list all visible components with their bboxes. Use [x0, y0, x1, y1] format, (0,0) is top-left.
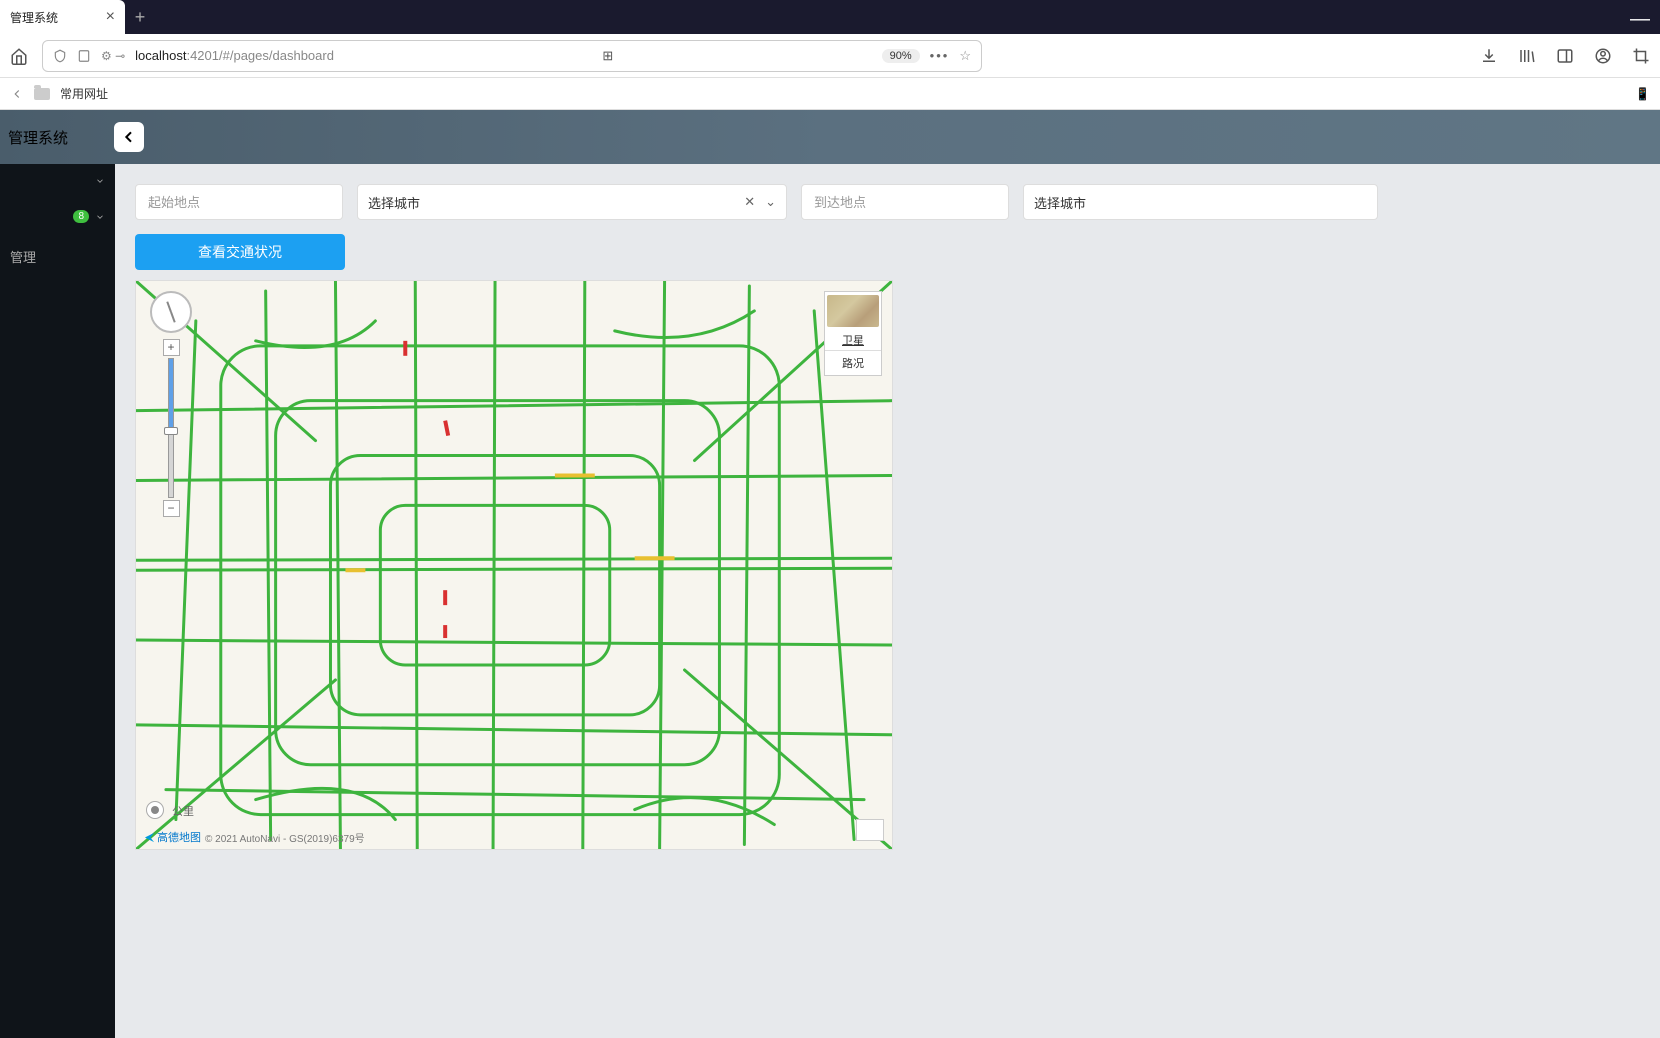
- sidebar-item-manage[interactable]: 管理: [0, 235, 115, 278]
- home-icon[interactable]: [10, 47, 28, 65]
- start-location-input[interactable]: [135, 184, 343, 220]
- new-tab-button[interactable]: +: [125, 0, 155, 34]
- sidebar: 8 管理: [0, 164, 115, 1038]
- zoom-level[interactable]: 90%: [882, 49, 920, 63]
- permission-icon: ⚙ ⊸: [101, 49, 125, 63]
- tab-title: 管理系统: [10, 9, 58, 26]
- map-compass[interactable]: [150, 291, 192, 333]
- url-text: localhost:4201/#/pages/dashboard: [135, 48, 334, 63]
- chevron-down-icon: [95, 212, 105, 222]
- crop-icon[interactable]: [1632, 47, 1650, 65]
- sidebar-icon[interactable]: [1556, 47, 1574, 65]
- browser-tab-bar: 管理系统 × + —: [0, 0, 1660, 34]
- map-attribution: 高德地图 © 2021 AutoNavi - GS(2019)6379号: [144, 829, 365, 845]
- browser-tab[interactable]: 管理系统 ×: [0, 0, 125, 34]
- library-icon[interactable]: [1518, 47, 1536, 65]
- view-traffic-button[interactable]: 查看交通状况: [135, 234, 345, 270]
- sidebar-badge: 8: [73, 210, 89, 223]
- folder-icon: [34, 88, 50, 100]
- more-icon[interactable]: •••: [930, 48, 950, 63]
- satellite-thumbnail: [827, 295, 879, 327]
- qr-icon[interactable]: ⊞: [602, 48, 613, 64]
- mobile-bookmarks-icon[interactable]: 📱: [1635, 87, 1650, 101]
- zoom-out-button[interactable]: −: [163, 500, 180, 517]
- map-zoom-control: + −: [162, 339, 180, 517]
- url-field[interactable]: ⚙ ⊸ localhost:4201/#/pages/dashboard ⊞ 9…: [42, 40, 982, 72]
- sidebar-item-2[interactable]: 8: [0, 198, 115, 235]
- map-locate-button[interactable]: [146, 801, 164, 819]
- satellite-layer-button[interactable]: 卫星: [825, 330, 881, 350]
- download-icon[interactable]: [1480, 47, 1498, 65]
- sidebar-collapse-button[interactable]: [114, 122, 144, 152]
- map-copyright: © 2021 AutoNavi - GS(2019)6379号: [205, 830, 365, 845]
- tab-close-icon[interactable]: ×: [106, 8, 115, 26]
- select-value: 选择城市: [1034, 193, 1086, 212]
- map-roads: [136, 281, 892, 849]
- chevron-down-icon[interactable]: ⌄: [765, 194, 776, 210]
- bookmarks-bar: 常用网址 📱: [0, 78, 1660, 110]
- map[interactable]: + − 卫星 路况 公里 高德地图 © 2021 AutoNavi - GS(2…: [135, 280, 893, 850]
- toolbar-right: [1480, 47, 1650, 65]
- select-value: 选择城市: [368, 193, 420, 212]
- end-city-select[interactable]: 选择城市: [1023, 184, 1378, 220]
- zoom-slider[interactable]: [168, 358, 174, 498]
- app-title: 管理系统: [4, 127, 68, 148]
- traffic-layer-button[interactable]: 路况: [825, 350, 881, 375]
- sidebar-item-label: 管理: [10, 247, 36, 266]
- main-content: 选择城市 ✕ ⌄ 选择城市 查看交通状况: [115, 164, 1660, 1038]
- amap-logo: 高德地图: [144, 829, 201, 845]
- page-icon: [77, 49, 91, 63]
- zoom-in-button[interactable]: +: [163, 339, 180, 356]
- chevron-down-icon: [95, 176, 105, 186]
- clear-icon[interactable]: ✕: [744, 194, 755, 210]
- start-city-select[interactable]: 选择城市 ✕ ⌄: [357, 184, 787, 220]
- map-layer-panel: 卫星 路况: [824, 291, 882, 376]
- sidebar-item-1[interactable]: [0, 164, 115, 198]
- zoom-handle[interactable]: [164, 427, 178, 435]
- end-location-input[interactable]: [801, 184, 1009, 220]
- window-minimize-icon[interactable]: —: [1630, 8, 1650, 31]
- map-tool-button[interactable]: [856, 819, 884, 841]
- shield-icon: [53, 49, 67, 63]
- bookmark-star-icon[interactable]: ☆: [959, 48, 971, 64]
- url-bar: ⚙ ⊸ localhost:4201/#/pages/dashboard ⊞ 9…: [0, 34, 1660, 78]
- account-icon[interactable]: [1594, 47, 1612, 65]
- controls-row: 选择城市 ✕ ⌄ 选择城市: [135, 184, 1640, 220]
- bookmark-folder[interactable]: 常用网址: [60, 85, 108, 102]
- map-scale-label: 公里: [172, 803, 194, 819]
- bookmark-back-icon[interactable]: [10, 87, 24, 101]
- app-header: 管理系统: [0, 110, 1660, 164]
